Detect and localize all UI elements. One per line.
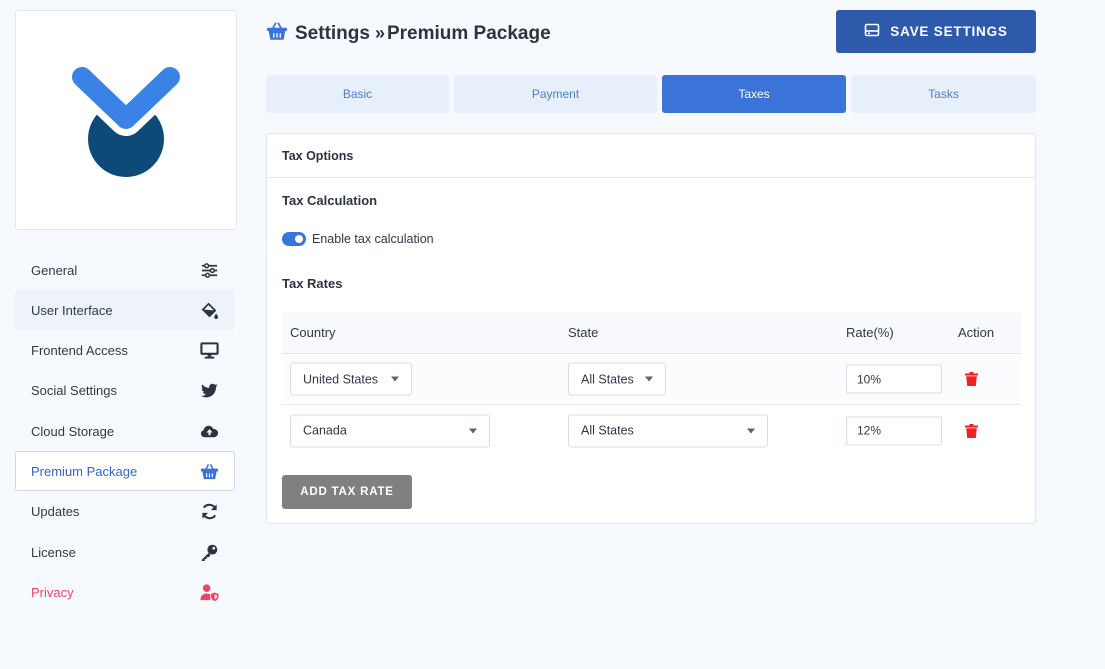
save-settings-label: SAVE SETTINGS	[890, 24, 1008, 39]
key-icon	[199, 543, 219, 562]
state-select-value: All States	[581, 423, 634, 438]
sidebar-item-user-interface[interactable]: User Interface	[15, 290, 235, 331]
sidebar-item-privacy[interactable]: Privacy	[15, 572, 235, 612]
sync-icon	[199, 502, 219, 521]
column-state: State	[568, 325, 599, 340]
column-rate: Rate(%)	[846, 325, 894, 340]
paint-bucket-icon	[199, 301, 219, 320]
page-title: Settings » Premium Package	[295, 23, 551, 45]
country-select-value: United States	[303, 372, 379, 386]
rate-input[interactable]	[846, 364, 942, 394]
chevron-down-icon	[747, 428, 755, 433]
brand-logo-icon	[70, 63, 182, 177]
tax-calculation-heading: Tax Calculation	[282, 193, 378, 208]
sidebar-item-frontend-access[interactable]: Frontend Access	[15, 331, 235, 371]
enable-tax-label: Enable tax calculation	[312, 232, 434, 246]
country-select[interactable]: United States	[290, 362, 412, 396]
tab-basic[interactable]: Basic	[266, 75, 449, 113]
state-select[interactable]: All States	[568, 414, 768, 447]
trash-icon	[965, 372, 978, 386]
sidebar-item-label: User Interface	[31, 302, 113, 318]
table-row: United States All States	[282, 354, 1021, 405]
sidebar-item-license[interactable]: License	[15, 532, 235, 572]
save-settings-button[interactable]: SAVE SETTINGS	[836, 10, 1036, 53]
sidebar-item-label: Privacy	[31, 584, 74, 600]
country-select[interactable]: Canada	[290, 414, 490, 447]
column-country: Country	[290, 325, 336, 340]
sidebar-item-label: Social Settings	[31, 383, 117, 399]
breadcrumb-premium-package: Premium Package	[386, 22, 551, 44]
sidebar-item-label: Updates	[31, 504, 80, 520]
delete-row-button[interactable]	[965, 423, 978, 438]
tab-tasks[interactable]: Tasks	[851, 75, 1036, 113]
state-select-value: All States	[581, 372, 634, 386]
enable-tax-toggle[interactable]	[282, 232, 306, 246]
sidebar-item-label: License	[31, 544, 76, 560]
sidebar-item-label: Premium Package	[31, 463, 138, 479]
twitter-icon	[199, 381, 219, 400]
add-tax-rate-button[interactable]: ADD TAX RATE	[282, 475, 412, 509]
chevron-down-icon	[391, 376, 399, 382]
basket-icon	[199, 462, 219, 481]
sidebar-item-label: General	[31, 262, 78, 278]
sidebar-item-updates[interactable]: Updates	[15, 492, 235, 532]
sliders-icon	[199, 261, 219, 280]
sidebar-item-social-settings[interactable]: Social Settings	[15, 371, 235, 411]
settings-tabs: Basic Payment Taxes Tasks	[266, 75, 1036, 113]
breadcrumb-settings: Settings	[295, 22, 370, 44]
sidebar-item-label: Cloud Storage	[31, 423, 115, 439]
table-header: Country State Rate(%) Action	[282, 312, 1021, 354]
tab-taxes[interactable]: Taxes	[662, 75, 846, 113]
sidebar-nav: General User Interface Frontend Access S…	[15, 250, 235, 613]
country-select-value: Canada	[303, 423, 347, 438]
page-header: Settings » Premium Package	[266, 20, 551, 47]
breadcrumb-separator: »	[374, 23, 385, 43]
sidebar-item-label: Frontend Access	[31, 343, 128, 359]
trash-icon	[965, 423, 978, 438]
sidebar-item-cloud-storage[interactable]: Cloud Storage	[15, 411, 235, 451]
chevron-down-icon	[645, 376, 653, 382]
cloud-upload-icon	[199, 422, 219, 441]
tax-options-panel: Tax Options Tax Calculation Enable tax c…	[266, 133, 1036, 524]
rate-input[interactable]	[846, 416, 942, 445]
state-select[interactable]: All States	[568, 362, 666, 396]
tax-rates-table: Country State Rate(%) Action United Stat…	[282, 312, 1021, 456]
tax-rates-heading: Tax Rates	[282, 276, 343, 291]
basket-icon	[266, 20, 288, 47]
user-shield-icon	[199, 583, 219, 602]
hard-drive-icon	[864, 22, 880, 41]
monitor-icon	[199, 341, 219, 360]
tab-payment[interactable]: Payment	[454, 75, 657, 113]
sidebar-item-premium-package[interactable]: Premium Package	[15, 451, 235, 492]
panel-title: Tax Options	[267, 134, 1035, 178]
table-row: Canada All States	[282, 405, 1021, 456]
column-action: Action	[958, 325, 995, 340]
chevron-down-icon	[469, 428, 477, 433]
tax-calculation-toggle-row: Enable tax calculation	[282, 232, 434, 246]
logo-card	[15, 10, 237, 230]
sidebar-item-general[interactable]: General	[15, 250, 235, 290]
delete-row-button[interactable]	[965, 372, 978, 386]
